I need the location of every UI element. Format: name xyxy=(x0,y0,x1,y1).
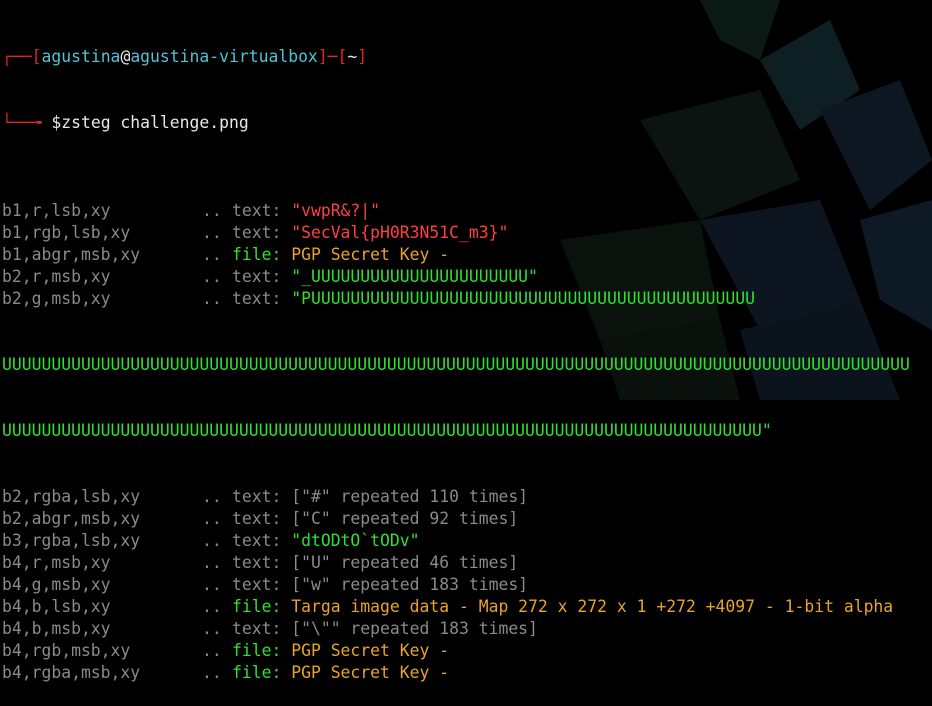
prompt-host: agustina-virtualbox xyxy=(130,47,318,66)
prompt-corner: ┌──[ xyxy=(2,47,42,66)
result-signature: b4,rgb,msb,xy xyxy=(2,641,131,660)
result-dots: .. xyxy=(202,553,222,572)
zsteg-result-row: b4,rgb,msb,xy.. file: PGP Secret Key - xyxy=(2,640,930,662)
result-value: "SecVal{pH0R3N51C_m3}" xyxy=(291,223,509,242)
command-line: └──╼ $zsteg challenge.png xyxy=(2,112,930,134)
wrapped-output-line: UUUUUUUUUUUUUUUUUUUUUUUUUUUUUUUUUUUUUUUU… xyxy=(2,355,910,374)
prompt-separator: ]─[ xyxy=(317,47,348,66)
result-value: "_UUUUUUUUUUUUUUUUUUUUUU" xyxy=(291,267,538,286)
result-type: text: xyxy=(232,289,282,308)
result-signature: b2,rgba,lsb,xy xyxy=(2,487,141,506)
result-type: text: xyxy=(232,223,282,242)
result-signature: b4,b,lsb,xy xyxy=(2,597,111,616)
result-signature: b2,g,msb,xy xyxy=(2,289,111,308)
result-dots: .. xyxy=(202,663,222,682)
zsteg-result-row: b4,r,msb,xy.. text: ["U" repeated 46 time… xyxy=(2,552,930,574)
result-dots: .. xyxy=(202,531,222,550)
result-signature: b1,abgr,msb,xy xyxy=(2,245,141,264)
result-signature: b3,rgba,lsb,xy xyxy=(2,531,141,550)
result-value: "PUUUUUUUUUUUUUUUUUUUUUUUUUUUUUUUUUUUUUU… xyxy=(291,289,756,308)
result-type: text: xyxy=(232,487,282,506)
result-value: ["C" repeated 92 times] xyxy=(291,509,519,528)
result-dots: .. xyxy=(202,619,222,638)
result-dots: .. xyxy=(202,267,222,286)
result-dots: .. xyxy=(202,245,222,264)
result-signature: b1,rgb,lsb,xy xyxy=(2,223,131,242)
zsteg-result-row: b4,b,lsb,xy.. file: Targa image data - Ma… xyxy=(2,596,930,618)
result-type: text: xyxy=(232,201,282,220)
zsteg-result-row: b4,rgba,msb,xy.. file: PGP Secret Key - xyxy=(2,662,930,684)
result-value: ["#" repeated 110 times] xyxy=(291,487,529,506)
result-type: file: xyxy=(232,245,282,264)
prompt-branch: └──╼ xyxy=(2,113,52,132)
result-signature: b4,b,msb,xy xyxy=(2,619,111,638)
result-dots: .. xyxy=(202,509,222,528)
prompt-line: ┌──[agustina@agustina-virtualbox]─[~] xyxy=(2,46,930,68)
result-value: "vwpR&?|" xyxy=(291,201,381,220)
result-value: ["U" repeated 46 times] xyxy=(291,553,519,572)
result-type: text: xyxy=(232,575,282,594)
zsteg-result-row: b2,g,msb,xy.. text: "PUUUUUUUUUUUUUUUUUUU… xyxy=(2,288,930,310)
result-type: text: xyxy=(232,509,282,528)
zsteg-result-row: b4,b,msb,xy.. text: ["\"" repeated 183 ti… xyxy=(2,618,930,640)
wrapped-output-line: UUUUUUUUUUUUUUUUUUUUUUUUUUUUUUUUUUUUUUUU… xyxy=(2,421,772,440)
result-signature: b4,g,msb,xy xyxy=(2,575,111,594)
result-type: text: xyxy=(232,553,282,572)
zsteg-result-row: b2,r,msb,xy.. text: "_UUUUUUUUUUUUUUUUUUU… xyxy=(2,266,930,288)
result-value: Targa image data - Map 272 x 272 x 1 +27… xyxy=(291,597,894,616)
zsteg-result-row: b2,rgba,lsb,xy.. text: ["#" repeated 110 … xyxy=(2,486,930,508)
result-signature: b1,r,lsb,xy xyxy=(2,201,111,220)
result-value: PGP Secret Key - xyxy=(291,663,450,682)
result-dots: .. xyxy=(202,223,222,242)
prompt-dir: ~ xyxy=(347,47,358,66)
result-type: file: xyxy=(232,597,282,616)
zsteg-result-row: b2,abgr,msb,xy.. text: ["C" repeated 92 t… xyxy=(2,508,930,530)
result-signature: b4,rgba,msb,xy xyxy=(2,663,141,682)
result-value: ["\"" repeated 183 times] xyxy=(291,619,538,638)
result-dots: .. xyxy=(202,641,222,660)
result-type: text: xyxy=(232,619,282,638)
result-dots: .. xyxy=(202,487,222,506)
result-signature: b4,r,msb,xy xyxy=(2,553,111,572)
result-dots: .. xyxy=(202,575,222,594)
zsteg-result-row: b1,r,lsb,xy.. text: "vwpR&?|" xyxy=(2,200,930,222)
result-dots: .. xyxy=(202,597,222,616)
zsteg-result-row: b1,rgb,lsb,xy.. text: "SecVal{pH0R3N51C_m… xyxy=(2,222,930,244)
result-signature: b2,r,msb,xy xyxy=(2,267,111,286)
result-type: text: xyxy=(232,267,282,286)
terminal-output: ┌──[agustina@agustina-virtualbox]─[~] └─… xyxy=(2,2,930,706)
result-signature: b2,abgr,msb,xy xyxy=(2,509,141,528)
result-type: file: xyxy=(232,663,282,682)
result-dots: .. xyxy=(202,201,222,220)
result-dots: .. xyxy=(202,289,222,308)
zsteg-result-row: b3,rgba,lsb,xy.. text: "dtODtO`tODv" xyxy=(2,530,930,552)
result-value: PGP Secret Key - xyxy=(291,641,450,660)
result-value: PGP Secret Key - xyxy=(291,245,450,264)
command-text: zsteg challenge.png xyxy=(61,113,249,132)
prompt-at: @ xyxy=(120,47,131,66)
prompt-user: agustina xyxy=(41,47,121,66)
result-type: text: xyxy=(232,531,282,550)
zsteg-result-row: b4,g,msb,xy.. text: ["w" repeated 183 tim… xyxy=(2,574,930,596)
result-type: file: xyxy=(232,641,282,660)
result-value: "dtODtO`tODv" xyxy=(291,531,420,550)
prompt-close: ] xyxy=(357,47,368,66)
result-value: ["w" repeated 183 times] xyxy=(291,575,529,594)
prompt-symbol: $ xyxy=(51,113,62,132)
zsteg-result-row: b1,abgr,msb,xy.. file: PGP Secret Key - xyxy=(2,244,930,266)
